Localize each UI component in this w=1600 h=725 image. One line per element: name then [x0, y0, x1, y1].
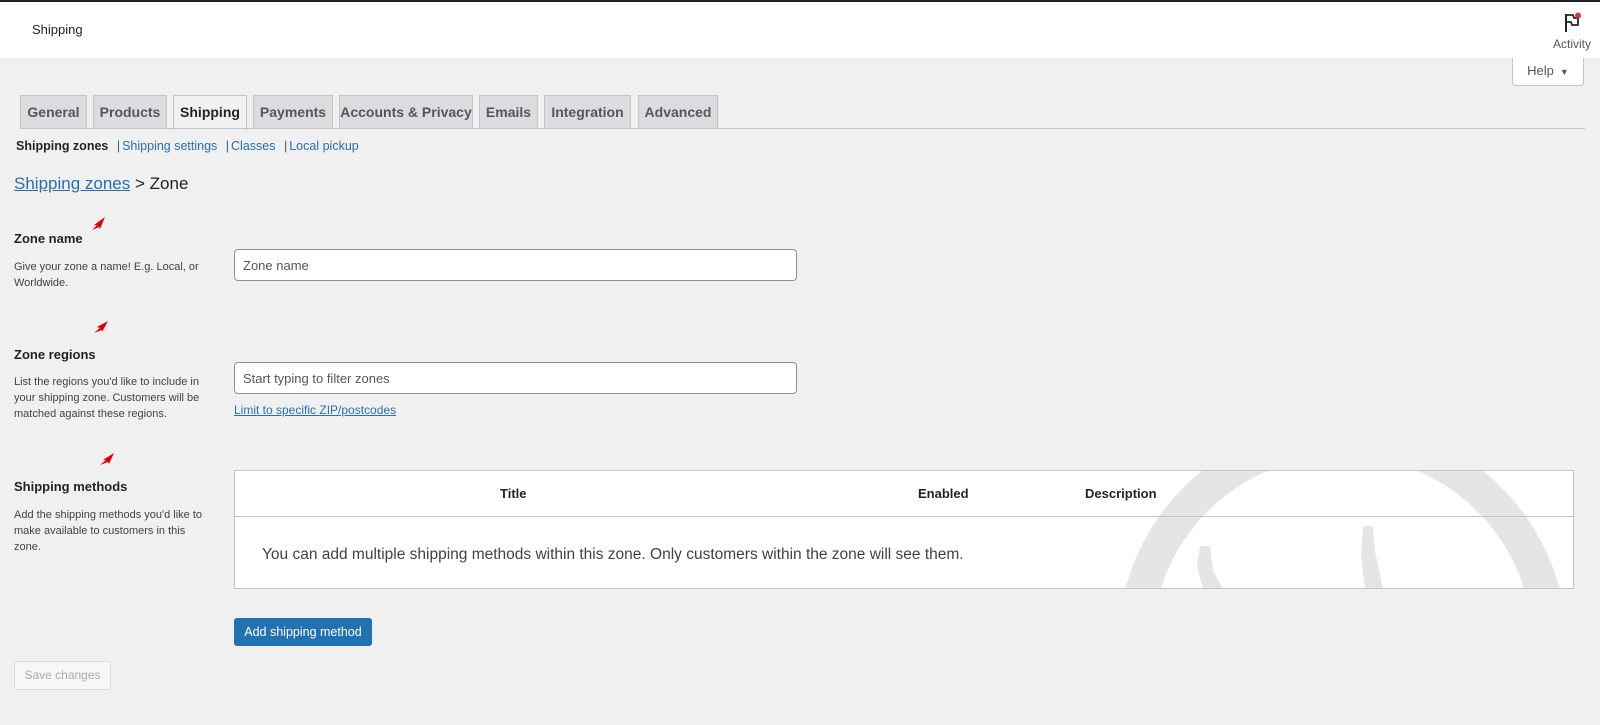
- activity-label: Activity: [1552, 37, 1591, 51]
- column-title: Title: [500, 486, 527, 501]
- column-description: Description: [1085, 486, 1157, 501]
- help-label: Help: [1527, 63, 1554, 78]
- subnav-shipping-settings[interactable]: Shipping settings: [122, 139, 217, 153]
- breadcrumb-shipping-zones[interactable]: Shipping zones: [14, 174, 130, 193]
- breadcrumb-separator: >: [135, 174, 145, 193]
- tab-general[interactable]: General: [20, 95, 87, 129]
- page-title: Shipping: [32, 22, 83, 37]
- flag-icon: [1565, 12, 1581, 32]
- zone-name-label: Zone name: [14, 231, 83, 246]
- column-enabled: Enabled: [918, 486, 969, 501]
- breadcrumb: Shipping zones > Zone: [14, 174, 188, 194]
- subnav-classes[interactable]: Classes: [231, 139, 275, 153]
- subnav-local-pickup[interactable]: Local pickup: [289, 139, 359, 153]
- shipping-methods-description: Add the shipping methods you'd like to m…: [14, 509, 202, 553]
- subnav-separator: |: [225, 139, 230, 153]
- limit-postcodes-link[interactable]: Limit to specific ZIP/postcodes: [234, 403, 396, 417]
- table-header: Title Enabled Description: [235, 471, 1573, 517]
- zone-name-description: Give your zone a name! E.g. Local, or Wo…: [14, 261, 199, 289]
- activity-button[interactable]: Activity: [1548, 10, 1596, 56]
- shipping-subnav: Shipping zones | Shipping settings | Class…: [16, 139, 359, 153]
- annotation-arrow-icon: [94, 321, 108, 333]
- tab-shipping[interactable]: Shipping: [173, 95, 247, 130]
- subnav-current: Shipping zones: [16, 139, 109, 153]
- shipping-methods-label: Shipping methods: [14, 479, 128, 494]
- tabs-divider: [20, 128, 1585, 129]
- zone-regions-label: Zone regions: [14, 347, 96, 362]
- tab-payments[interactable]: Payments: [253, 95, 333, 129]
- zone-regions-input[interactable]: [234, 362, 797, 394]
- add-shipping-method-button[interactable]: Add shipping method: [234, 618, 372, 646]
- shipping-methods-table: Title Enabled Description You can add mu…: [234, 470, 1574, 589]
- tab-emails[interactable]: Emails: [479, 95, 538, 129]
- tab-integration[interactable]: Integration: [544, 95, 631, 129]
- tab-advanced[interactable]: Advanced: [638, 95, 718, 129]
- header-bar: Shipping Activity: [0, 2, 1600, 58]
- annotation-arrow-icon: [100, 453, 114, 465]
- blank-state-message: You can add multiple shipping methods wi…: [262, 546, 964, 563]
- tab-accounts-privacy[interactable]: Accounts & Privacy: [339, 95, 473, 129]
- subnav-separator: |: [283, 139, 288, 153]
- caret-down-icon: ▼: [1559, 67, 1569, 77]
- save-changes-button[interactable]: Save changes: [14, 661, 111, 690]
- zone-name-input[interactable]: [234, 249, 797, 281]
- annotation-arrow-icon: [92, 217, 105, 230]
- breadcrumb-current: Zone: [149, 174, 189, 193]
- subnav-separator: |: [116, 139, 121, 153]
- help-button[interactable]: Help ▼: [1512, 58, 1584, 86]
- zone-regions-description: List the regions you'd like to include i…: [14, 376, 200, 420]
- tab-products[interactable]: Products: [93, 95, 167, 129]
